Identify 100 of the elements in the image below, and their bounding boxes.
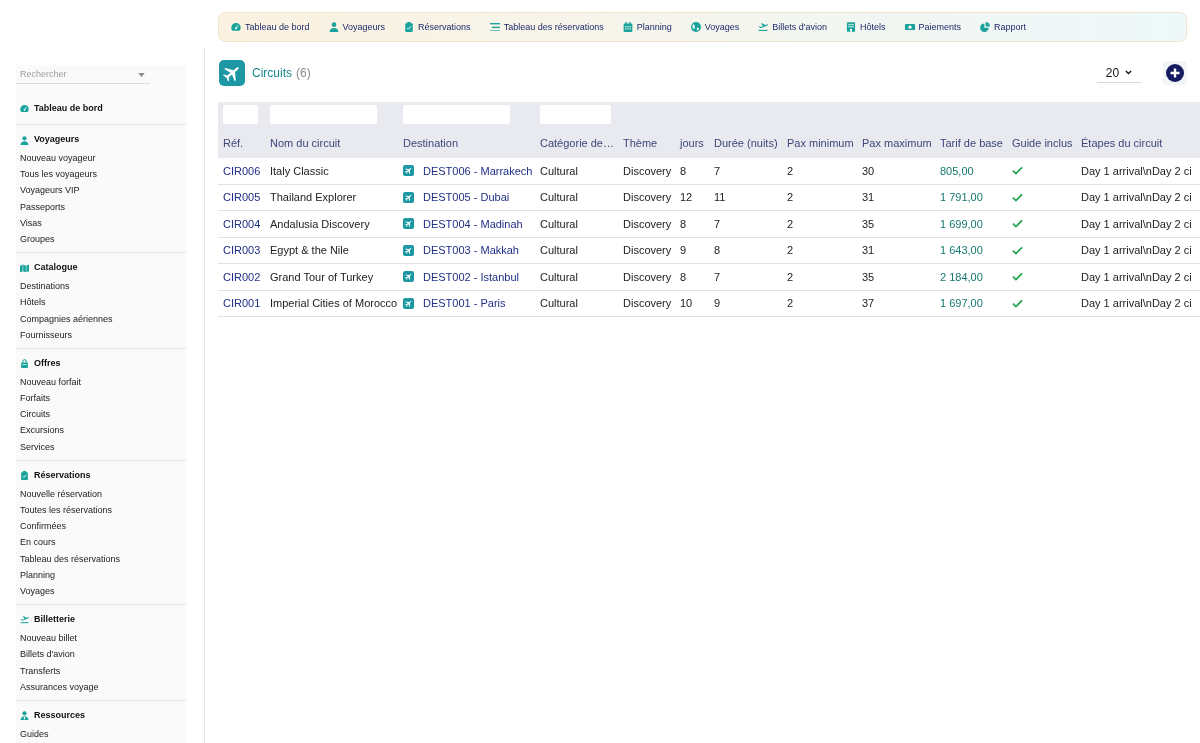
pax-max-value: 35 [862,216,875,232]
destination-link[interactable]: DEST004 - Madinah [423,215,523,232]
nav-link[interactable]: Voyages [690,21,740,33]
sidebar-item[interactable]: Nouveau voyageur [20,150,96,167]
nav-link[interactable]: Hôtels [846,21,886,33]
sidebar-item[interactable]: Tous les voyageurs [20,166,98,183]
sidebar-item[interactable]: Destinations [20,278,70,295]
column-header[interactable]: Durée (nuits) [714,136,778,150]
sidebar-link[interactable]: Tableau de bord [20,102,103,116]
nav-link[interactable]: Voyageurs [328,21,386,33]
plane-departure-icon [758,22,769,32]
nav-link[interactable]: Tableau de bord [231,21,310,33]
ref-link[interactable]: CIR001 [223,295,261,312]
destination-link[interactable]: DEST003 - Makkah [423,242,519,259]
sidebar-item[interactable]: Confirmées [20,518,66,535]
section-heading: Catalogue [20,261,78,276]
search-field[interactable]: Rechercher [16,65,150,84]
pax-max-value: 30 [862,163,875,179]
nights-value: 7 [714,269,721,285]
days-value: 10 [680,296,693,311]
sidebar-item[interactable]: Assurances voyage [20,678,99,695]
bag-icon [20,359,29,369]
stages-text: Day 1 arrival\nDay 2 ci [1081,163,1192,179]
nights-value: 7 [714,163,721,179]
theme-text: Discovery [623,296,672,311]
destination-link[interactable]: DEST002 - Istanbul [423,268,519,285]
destination-link[interactable]: DEST001 - Paris [423,295,506,312]
sidebar-item[interactable]: Services [20,438,55,455]
section-heading: Billetterie [20,613,75,628]
column-header[interactable]: Catégorie de… [540,136,614,150]
ref-link[interactable]: CIR006 [223,162,261,179]
sidebar-item[interactable]: Passeports [20,198,66,215]
sidebar-item[interactable]: En cours [20,534,56,551]
nav-link[interactable]: Rapport [980,21,1027,33]
destination-link[interactable]: DEST005 - Dubai [423,189,510,206]
column-header[interactable]: Tarif de base [940,136,1003,150]
pax-max-value: 35 [862,269,875,285]
sidebar-item[interactable]: Voyages [20,582,55,600]
column-header[interactable]: Pax minimum [787,136,854,150]
column-header[interactable]: Destination [403,136,459,150]
list-icon [489,22,500,32]
destination-link[interactable]: DEST006 - Marrakech [423,162,533,179]
sidebar-item[interactable]: Groupes [20,230,55,248]
sidebar-item[interactable]: Toutes les réservations [20,502,113,519]
circuit-name: Imperial Cities of Morocco [270,296,398,311]
sidebar-item[interactable]: Circuits [20,406,50,423]
pax-max-value: 31 [862,190,875,205]
column-header[interactable]: Guide inclus [1012,136,1073,150]
gauge-icon [231,23,241,31]
sidebar-item[interactable]: Tableau des réservations [20,550,121,567]
column-header[interactable]: Réf. [223,136,244,150]
category-text: Cultural [540,296,578,311]
sidebar-item[interactable]: Visas [20,214,42,231]
nights-value: 8 [714,243,721,258]
nights-value: 7 [714,216,721,232]
sidebar-item[interactable]: Fournisseurs [20,326,73,343]
category-text: Cultural [540,163,578,179]
sidebar-item[interactable]: Guides [20,725,49,743]
days-value: 8 [680,216,687,232]
sidebar-item[interactable]: Forfaits [20,390,50,407]
column-header[interactable]: Nom du circuit [270,136,341,150]
column-header[interactable]: jours [680,136,704,150]
column-header[interactable]: Thème [623,136,658,150]
category-text: Cultural [540,190,578,205]
user-icon [20,135,29,145]
nav-link[interactable]: Tableau des réservations [489,21,604,33]
column-header[interactable]: Pax maximum [862,136,932,150]
plane-icon [403,218,414,230]
sidebar-item[interactable]: Billets d'avion [20,646,75,663]
ref-link[interactable]: CIR004 [223,215,261,232]
category-text: Cultural [540,243,578,258]
sidebar-item[interactable]: Hôtels [20,294,46,311]
theme-text: Discovery [623,216,672,232]
sidebar-item[interactable]: Nouveau forfait [20,373,82,391]
stages-text: Day 1 arrival\nDay 2 ci [1081,216,1192,232]
section-heading: Offres [20,356,61,371]
ref-link[interactable]: CIR005 [223,189,261,206]
plane-icon [403,244,414,256]
nav-link[interactable]: Paiements [904,21,962,33]
sidebar-item[interactable]: Voyageurs VIP [20,182,80,199]
pax-min-value: 2 [787,163,794,179]
sidebar-item[interactable]: Nouvelle réservation [20,485,103,502]
sidebar-item[interactable]: Transferts [20,662,61,679]
sidebar-item[interactable]: Nouveau billet [20,630,78,647]
pax-min-value: 2 [787,269,794,285]
nav-link[interactable]: Billets d'avion [758,21,827,33]
ref-link[interactable]: CIR003 [223,242,261,259]
column-header[interactable]: Étapes du circuit [1081,136,1163,150]
nav-link[interactable]: Planning [622,21,672,33]
plane-departure-icon [20,616,29,624]
add-button[interactable] [1163,61,1187,85]
section-heading: Voyageurs [20,133,80,147]
sidebar-item[interactable]: Planning [20,566,56,583]
circuit-name: Egypt & the Nile [270,243,349,258]
nav-link[interactable]: Réservations [404,21,471,33]
sidebar-item[interactable]: Excursions [20,422,64,439]
sidebar-item[interactable]: Compagnies aériennes [20,310,113,327]
page-size-select[interactable]: 20 [1097,63,1141,83]
base-price: 805,00 [940,163,974,179]
ref-link[interactable]: CIR002 [223,268,261,285]
